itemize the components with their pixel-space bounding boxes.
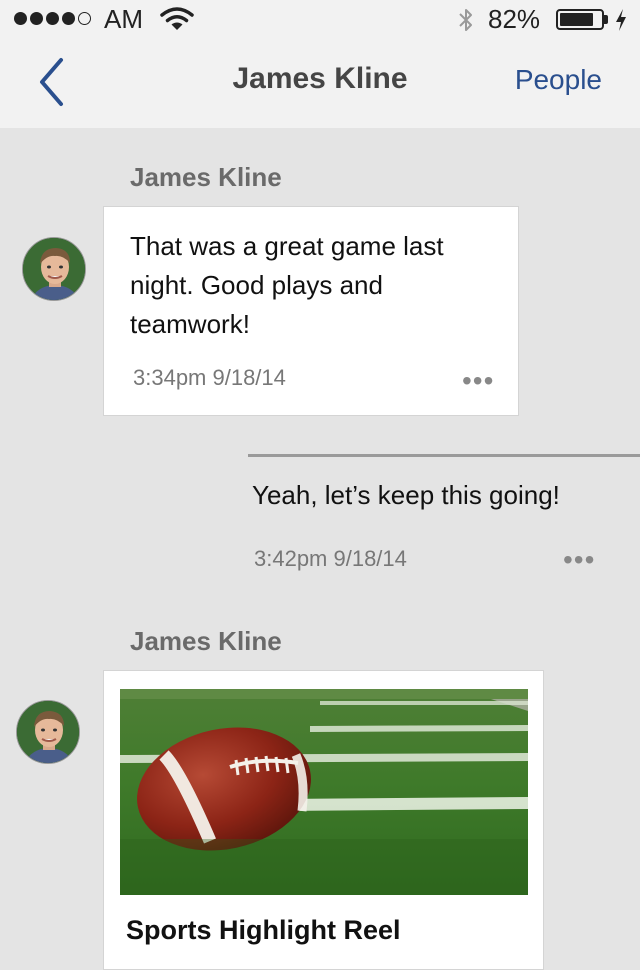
signal-strength-icon	[14, 12, 91, 25]
message-timestamp: 3:34pm 9/18/14	[133, 365, 286, 390]
message-sender: James Kline	[130, 626, 282, 656]
sender-avatar[interactable]	[22, 237, 86, 301]
more-options-icon[interactable]: •••	[462, 365, 494, 397]
message-text: That was a great game last night. Good p…	[130, 231, 444, 339]
battery-icon	[556, 9, 604, 30]
my-message-text[interactable]: Yeah, let’s keep this going!	[252, 480, 560, 511]
status-carrier: AM	[104, 4, 143, 34]
message-timestamp: 3:42pm 9/18/14	[254, 546, 407, 571]
attachment-card[interactable]: Sports Highlight Reel	[103, 670, 544, 970]
message-bubble[interactable]: That was a great game last night. Good p…	[103, 206, 519, 416]
battery-level	[560, 13, 593, 26]
bluetooth-icon	[459, 9, 472, 31]
more-options-icon[interactable]: •••	[563, 544, 595, 576]
message-divider	[248, 454, 640, 457]
battery-percentage: 82%	[488, 4, 541, 34]
charging-icon	[616, 9, 626, 31]
attachment-title: Sports Highlight Reel	[126, 915, 401, 945]
wifi-icon	[160, 7, 194, 30]
avatar-portrait-icon	[17, 701, 79, 763]
battery-tip	[604, 15, 608, 24]
status-bar: AM 82%	[0, 0, 640, 40]
football-photo[interactable]	[120, 689, 528, 895]
sender-avatar[interactable]	[16, 700, 80, 764]
people-button[interactable]: People	[515, 64, 602, 96]
navigation-bar: James Kline People	[0, 40, 640, 128]
avatar-portrait-icon	[23, 238, 85, 300]
message-sender: James Kline	[130, 162, 282, 192]
